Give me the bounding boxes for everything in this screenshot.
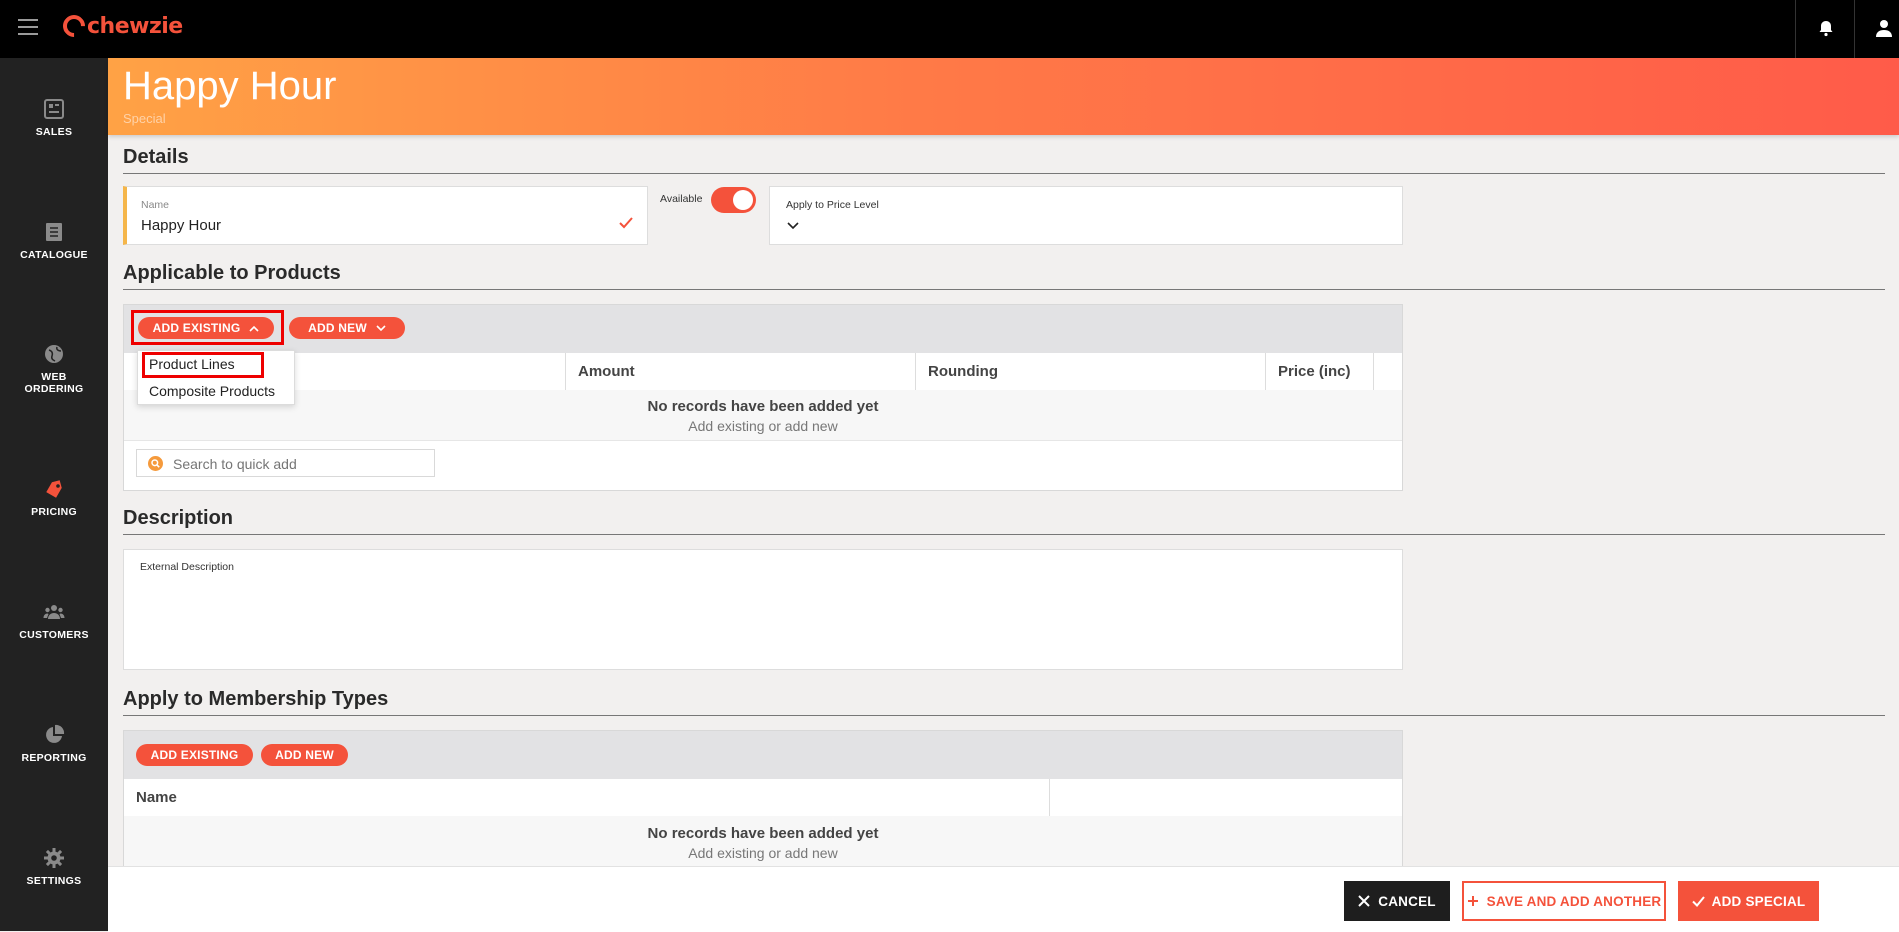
globe-icon bbox=[45, 345, 63, 363]
gear-icon bbox=[44, 848, 64, 868]
external-description-field[interactable]: External Description bbox=[123, 549, 1403, 670]
column-divider bbox=[565, 353, 566, 390]
dropdown-item-composite-products[interactable]: Composite Products bbox=[149, 383, 275, 399]
sidebar-item-pricing[interactable]: PRICING bbox=[0, 478, 108, 518]
membership-add-new-button[interactable]: ADD NEW bbox=[261, 744, 348, 766]
section-heading-details: Details bbox=[123, 146, 1885, 174]
bell-icon[interactable] bbox=[1816, 18, 1836, 38]
catalogue-icon bbox=[46, 223, 62, 241]
chevron-down-icon bbox=[376, 324, 386, 331]
add-special-label: ADD SPECIAL bbox=[1711, 893, 1806, 909]
price-level-label: Apply to Price Level bbox=[786, 199, 879, 211]
topbar-divider bbox=[1854, 0, 1855, 58]
available-label: Available bbox=[660, 193, 703, 205]
section-heading-membership: Apply to Membership Types bbox=[123, 688, 1885, 716]
section-heading-products: Applicable to Products bbox=[123, 262, 1885, 290]
search-input[interactable] bbox=[171, 453, 425, 475]
name-field-value[interactable]: Happy Hour bbox=[141, 217, 221, 234]
available-toggle[interactable] bbox=[711, 187, 756, 213]
section-heading-description: Description bbox=[123, 507, 1885, 535]
toggle-knob bbox=[733, 190, 753, 210]
top-bar: chewzie bbox=[0, 0, 1899, 58]
page-header-banner: Happy Hour Special bbox=[108, 58, 1899, 135]
sales-icon bbox=[44, 99, 64, 119]
sidebar-item-label: PRICING bbox=[31, 506, 77, 518]
column-header-amount[interactable]: Amount bbox=[578, 363, 635, 380]
membership-table-header bbox=[124, 779, 1402, 817]
products-table-header bbox=[124, 353, 1402, 391]
sidebar-item-web-ordering[interactable]: WEB ORDERING bbox=[0, 343, 108, 395]
hamburger-menu-icon[interactable] bbox=[18, 19, 38, 35]
cancel-label: CANCEL bbox=[1378, 893, 1436, 909]
name-field[interactable]: Name Happy Hour bbox=[123, 186, 648, 245]
membership-empty-state: No records have been added yet Add exist… bbox=[124, 816, 1402, 871]
logo-text: chewzie bbox=[87, 13, 183, 39]
page-title: Happy Hour bbox=[123, 64, 337, 108]
quick-add-search[interactable] bbox=[136, 449, 435, 477]
sidebar-item-label: WEB ORDERING bbox=[24, 371, 84, 395]
chevron-down-icon[interactable] bbox=[787, 222, 799, 230]
products-panel: ADD EXISTING ADD NEW Amount Rounding Pri… bbox=[123, 304, 1403, 491]
external-description-label: External Description bbox=[140, 561, 234, 573]
page-subtitle: Special bbox=[123, 111, 166, 126]
sidebar-item-reporting[interactable]: REPORTING bbox=[0, 724, 108, 764]
membership-add-existing-button[interactable]: ADD EXISTING bbox=[136, 744, 253, 766]
sidebar-item-label: SETTINGS bbox=[26, 875, 82, 887]
add-special-button[interactable]: ADD SPECIAL bbox=[1678, 881, 1819, 921]
empty-state-title: No records have been added yet bbox=[647, 398, 879, 415]
tag-icon bbox=[46, 480, 62, 498]
column-header-price[interactable]: Price (inc) bbox=[1278, 363, 1351, 380]
empty-state-subtitle: Add existing or add new bbox=[688, 418, 838, 434]
sidebar-item-label: CATALOGUE bbox=[20, 249, 88, 261]
empty-state-subtitle: Add existing or add new bbox=[688, 845, 838, 861]
column-header-name[interactable]: Name bbox=[136, 789, 177, 806]
action-footer: CANCEL SAVE AND ADD ANOTHER ADD SPECIAL bbox=[108, 866, 1899, 932]
add-new-button[interactable]: ADD NEW bbox=[289, 317, 405, 339]
column-divider bbox=[915, 353, 916, 390]
sidebar-item-label: SALES bbox=[35, 126, 73, 138]
sidebar-item-sales[interactable]: SALES bbox=[0, 98, 108, 138]
add-new-label: ADD NEW bbox=[308, 321, 367, 335]
empty-state-title: No records have been added yet bbox=[647, 825, 879, 842]
sidebar-item-catalogue[interactable]: CATALOGUE bbox=[0, 221, 108, 261]
plus-icon bbox=[1467, 896, 1478, 906]
logo-mark-icon bbox=[58, 10, 90, 42]
column-divider bbox=[1265, 353, 1266, 390]
membership-panel: ADD EXISTING ADD NEW Name No records hav… bbox=[123, 730, 1403, 871]
user-icon[interactable] bbox=[1874, 18, 1894, 38]
highlight-box bbox=[142, 352, 264, 378]
sidebar-item-settings[interactable]: SETTINGS bbox=[0, 847, 108, 887]
search-icon bbox=[148, 456, 163, 471]
save-and-add-another-label: SAVE AND ADD ANOTHER bbox=[1486, 893, 1662, 909]
topbar-divider bbox=[1795, 0, 1796, 58]
sidebar: SALES CATALOGUE WEB ORDERING PRICING CUS… bbox=[0, 58, 108, 931]
users-icon bbox=[43, 605, 65, 619]
pie-chart-icon bbox=[46, 724, 65, 743]
add-existing-label: ADD EXISTING bbox=[150, 748, 239, 762]
products-empty-state: No records have been added yet Add exist… bbox=[124, 390, 1402, 441]
sidebar-item-label: CUSTOMERS bbox=[19, 629, 89, 641]
checkmark-icon bbox=[1691, 895, 1705, 907]
highlight-box bbox=[131, 310, 284, 345]
sidebar-item-label: REPORTING bbox=[21, 752, 87, 764]
price-level-select[interactable]: Apply to Price Level bbox=[769, 186, 1403, 245]
column-header-rounding[interactable]: Rounding bbox=[928, 363, 998, 380]
close-icon bbox=[1358, 895, 1370, 907]
column-divider bbox=[1049, 779, 1050, 816]
sidebar-item-customers[interactable]: CUSTOMERS bbox=[0, 601, 108, 641]
column-divider bbox=[1373, 353, 1374, 390]
save-and-add-another-button[interactable]: SAVE AND ADD ANOTHER bbox=[1462, 881, 1666, 921]
checkmark-icon bbox=[619, 217, 633, 229]
add-new-label: ADD NEW bbox=[275, 748, 334, 762]
cancel-button[interactable]: CANCEL bbox=[1344, 881, 1450, 921]
name-field-label: Name bbox=[141, 199, 170, 211]
chewzie-logo[interactable]: chewzie bbox=[58, 10, 183, 42]
